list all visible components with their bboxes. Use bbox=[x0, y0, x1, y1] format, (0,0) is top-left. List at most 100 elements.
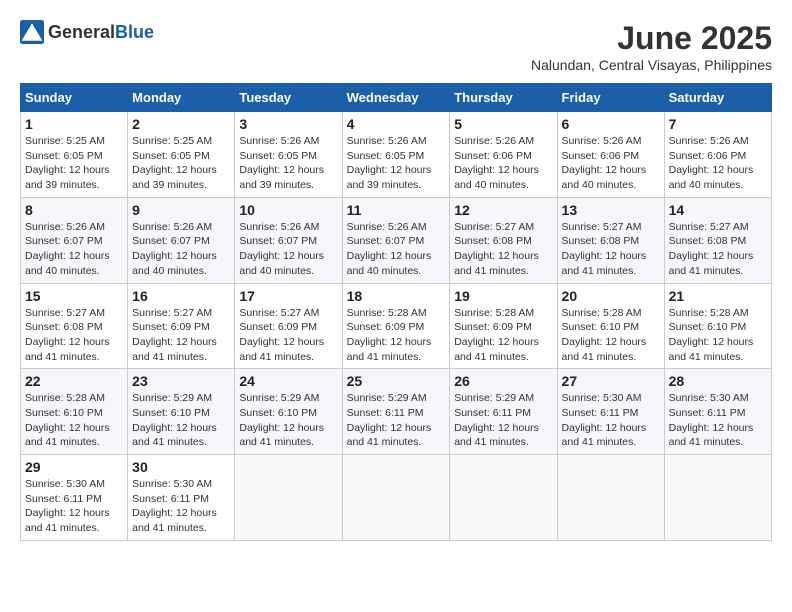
calendar-cell: 30Sunrise: 5:30 AM Sunset: 6:11 PM Dayli… bbox=[128, 455, 235, 541]
calendar-cell: 4Sunrise: 5:26 AM Sunset: 6:05 PM Daylig… bbox=[342, 112, 450, 198]
calendar-cell: 6Sunrise: 5:26 AM Sunset: 6:06 PM Daylig… bbox=[557, 112, 664, 198]
day-info: Sunrise: 5:25 AM Sunset: 6:05 PM Dayligh… bbox=[132, 134, 230, 193]
day-number: 20 bbox=[562, 288, 660, 304]
calendar-week-row: 29Sunrise: 5:30 AM Sunset: 6:11 PM Dayli… bbox=[21, 455, 772, 541]
day-info: Sunrise: 5:28 AM Sunset: 6:09 PM Dayligh… bbox=[454, 306, 552, 365]
calendar-cell: 13 Sunrise: 5:27 AM Sunset: 6:08 PM Dayli… bbox=[557, 197, 664, 283]
logo-text-general: General bbox=[48, 22, 115, 42]
calendar-cell: 1 Sunrise: 5:25 AM Sunset: 6:05 PM Daylig… bbox=[21, 112, 128, 198]
calendar-body: 1 Sunrise: 5:25 AM Sunset: 6:05 PM Daylig… bbox=[21, 112, 772, 541]
logo-icon bbox=[20, 20, 44, 44]
day-info: Sunrise: 5:28 AM Sunset: 6:09 PM Dayligh… bbox=[347, 306, 446, 365]
calendar-table: SundayMondayTuesdayWednesdayThursdayFrid… bbox=[20, 83, 772, 541]
day-info: Sunrise: 5:27 AM Sunset: 6:08 PM Dayligh… bbox=[562, 220, 660, 279]
calendar-cell: 24 Sunrise: 5:29 AM Sunset: 6:10 PM Dayli… bbox=[235, 369, 342, 455]
day-info: Sunrise: 5:28 AM Sunset: 6:10 PM Dayligh… bbox=[25, 391, 123, 450]
day-number: 6 bbox=[562, 116, 660, 132]
day-number: 23 bbox=[132, 373, 230, 389]
day-number: 2 bbox=[132, 116, 230, 132]
calendar-cell: 28 Sunrise: 5:30 AM Sunset: 6:11 PM Dayli… bbox=[664, 369, 771, 455]
day-info: Sunrise: 5:27 AM Sunset: 6:09 PM Dayligh… bbox=[132, 306, 230, 365]
day-info: Sunrise: 5:29 AM Sunset: 6:11 PM Dayligh… bbox=[454, 391, 552, 450]
calendar-cell: 5 Sunrise: 5:26 AM Sunset: 6:06 PM Daylig… bbox=[450, 112, 557, 198]
day-number: 16 bbox=[132, 288, 230, 304]
day-number: 9 bbox=[132, 202, 230, 218]
calendar-week-row: 8 Sunrise: 5:26 AM Sunset: 6:07 PM Daylig… bbox=[21, 197, 772, 283]
day-number: 12 bbox=[454, 202, 552, 218]
day-info: Sunrise: 5:30 AM Sunset: 6:11 PM Dayligh… bbox=[25, 477, 123, 536]
calendar-cell: 29Sunrise: 5:30 AM Sunset: 6:11 PM Dayli… bbox=[21, 455, 128, 541]
day-info: Sunrise: 5:29 AM Sunset: 6:10 PM Dayligh… bbox=[239, 391, 337, 450]
calendar-cell: 2 Sunrise: 5:25 AM Sunset: 6:05 PM Daylig… bbox=[128, 112, 235, 198]
day-number: 15 bbox=[25, 288, 123, 304]
calendar-cell: 25Sunrise: 5:29 AM Sunset: 6:11 PM Dayli… bbox=[342, 369, 450, 455]
calendar-subtitle: Nalundan, Central Visayas, Philippines bbox=[531, 57, 772, 73]
calendar-cell: 7 Sunrise: 5:26 AM Sunset: 6:06 PM Daylig… bbox=[664, 112, 771, 198]
day-info: Sunrise: 5:27 AM Sunset: 6:09 PM Dayligh… bbox=[239, 306, 337, 365]
day-number: 18 bbox=[347, 288, 446, 304]
day-number: 10 bbox=[239, 202, 337, 218]
day-info: Sunrise: 5:30 AM Sunset: 6:11 PM Dayligh… bbox=[562, 391, 660, 450]
calendar-cell bbox=[664, 455, 771, 541]
day-number: 11 bbox=[347, 202, 446, 218]
calendar-cell: 12 Sunrise: 5:27 AM Sunset: 6:08 PM Dayli… bbox=[450, 197, 557, 283]
day-number: 17 bbox=[239, 288, 337, 304]
day-info: Sunrise: 5:26 AM Sunset: 6:06 PM Dayligh… bbox=[669, 134, 767, 193]
calendar-cell: 26 Sunrise: 5:29 AM Sunset: 6:11 PM Dayli… bbox=[450, 369, 557, 455]
day-number: 5 bbox=[454, 116, 552, 132]
calendar-header-sunday: Sunday bbox=[21, 84, 128, 112]
day-info: Sunrise: 5:25 AM Sunset: 6:05 PM Dayligh… bbox=[25, 134, 123, 193]
calendar-cell: 11 Sunrise: 5:26 AM Sunset: 6:07 PM Dayli… bbox=[342, 197, 450, 283]
day-info: Sunrise: 5:26 AM Sunset: 6:07 PM Dayligh… bbox=[132, 220, 230, 279]
day-info: Sunrise: 5:27 AM Sunset: 6:08 PM Dayligh… bbox=[669, 220, 767, 279]
day-number: 8 bbox=[25, 202, 123, 218]
day-number: 7 bbox=[669, 116, 767, 132]
calendar-cell: 23 Sunrise: 5:29 AM Sunset: 6:10 PM Dayli… bbox=[128, 369, 235, 455]
day-info: Sunrise: 5:26 AM Sunset: 6:06 PM Dayligh… bbox=[454, 134, 552, 193]
calendar-cell bbox=[450, 455, 557, 541]
calendar-title: June 2025 bbox=[531, 20, 772, 57]
day-number: 1 bbox=[25, 116, 123, 132]
day-info: Sunrise: 5:30 AM Sunset: 6:11 PM Dayligh… bbox=[669, 391, 767, 450]
calendar-header-thursday: Thursday bbox=[450, 84, 557, 112]
calendar-cell: 27 Sunrise: 5:30 AM Sunset: 6:11 PM Dayli… bbox=[557, 369, 664, 455]
calendar-week-row: 22 Sunrise: 5:28 AM Sunset: 6:10 PM Dayli… bbox=[21, 369, 772, 455]
day-info: Sunrise: 5:26 AM Sunset: 6:07 PM Dayligh… bbox=[347, 220, 446, 279]
calendar-cell: 8 Sunrise: 5:26 AM Sunset: 6:07 PM Daylig… bbox=[21, 197, 128, 283]
calendar-cell: 22 Sunrise: 5:28 AM Sunset: 6:10 PM Dayli… bbox=[21, 369, 128, 455]
day-number: 3 bbox=[239, 116, 337, 132]
day-info: Sunrise: 5:28 AM Sunset: 6:10 PM Dayligh… bbox=[562, 306, 660, 365]
logo-text-blue: Blue bbox=[115, 22, 154, 42]
day-number: 14 bbox=[669, 202, 767, 218]
calendar-cell: 14 Sunrise: 5:27 AM Sunset: 6:08 PM Dayli… bbox=[664, 197, 771, 283]
day-number: 13 bbox=[562, 202, 660, 218]
day-number: 27 bbox=[562, 373, 660, 389]
calendar-cell: 17 Sunrise: 5:27 AM Sunset: 6:09 PM Dayli… bbox=[235, 283, 342, 369]
day-number: 22 bbox=[25, 373, 123, 389]
logo: GeneralBlue bbox=[20, 20, 154, 44]
day-number: 26 bbox=[454, 373, 552, 389]
day-number: 24 bbox=[239, 373, 337, 389]
day-info: Sunrise: 5:28 AM Sunset: 6:10 PM Dayligh… bbox=[669, 306, 767, 365]
day-info: Sunrise: 5:29 AM Sunset: 6:10 PM Dayligh… bbox=[132, 391, 230, 450]
day-info: Sunrise: 5:26 AM Sunset: 6:05 PM Dayligh… bbox=[239, 134, 337, 193]
calendar-header-friday: Friday bbox=[557, 84, 664, 112]
calendar-header-saturday: Saturday bbox=[664, 84, 771, 112]
day-number: 19 bbox=[454, 288, 552, 304]
day-info: Sunrise: 5:27 AM Sunset: 6:08 PM Dayligh… bbox=[25, 306, 123, 365]
calendar-header-tuesday: Tuesday bbox=[235, 84, 342, 112]
day-number: 25 bbox=[347, 373, 446, 389]
calendar-cell: 20 Sunrise: 5:28 AM Sunset: 6:10 PM Dayli… bbox=[557, 283, 664, 369]
calendar-cell bbox=[557, 455, 664, 541]
calendar-cell: 18 Sunrise: 5:28 AM Sunset: 6:09 PM Dayli… bbox=[342, 283, 450, 369]
day-number: 21 bbox=[669, 288, 767, 304]
title-area: June 2025 Nalundan, Central Visayas, Phi… bbox=[531, 20, 772, 73]
calendar-cell: 19 Sunrise: 5:28 AM Sunset: 6:09 PM Dayli… bbox=[450, 283, 557, 369]
day-info: Sunrise: 5:26 AM Sunset: 6:07 PM Dayligh… bbox=[239, 220, 337, 279]
day-info: Sunrise: 5:26 AM Sunset: 6:07 PM Dayligh… bbox=[25, 220, 123, 279]
day-info: Sunrise: 5:27 AM Sunset: 6:08 PM Dayligh… bbox=[454, 220, 552, 279]
day-number: 28 bbox=[669, 373, 767, 389]
calendar-week-row: 1 Sunrise: 5:25 AM Sunset: 6:05 PM Daylig… bbox=[21, 112, 772, 198]
calendar-week-row: 15 Sunrise: 5:27 AM Sunset: 6:08 PM Dayli… bbox=[21, 283, 772, 369]
day-number: 30 bbox=[132, 459, 230, 475]
